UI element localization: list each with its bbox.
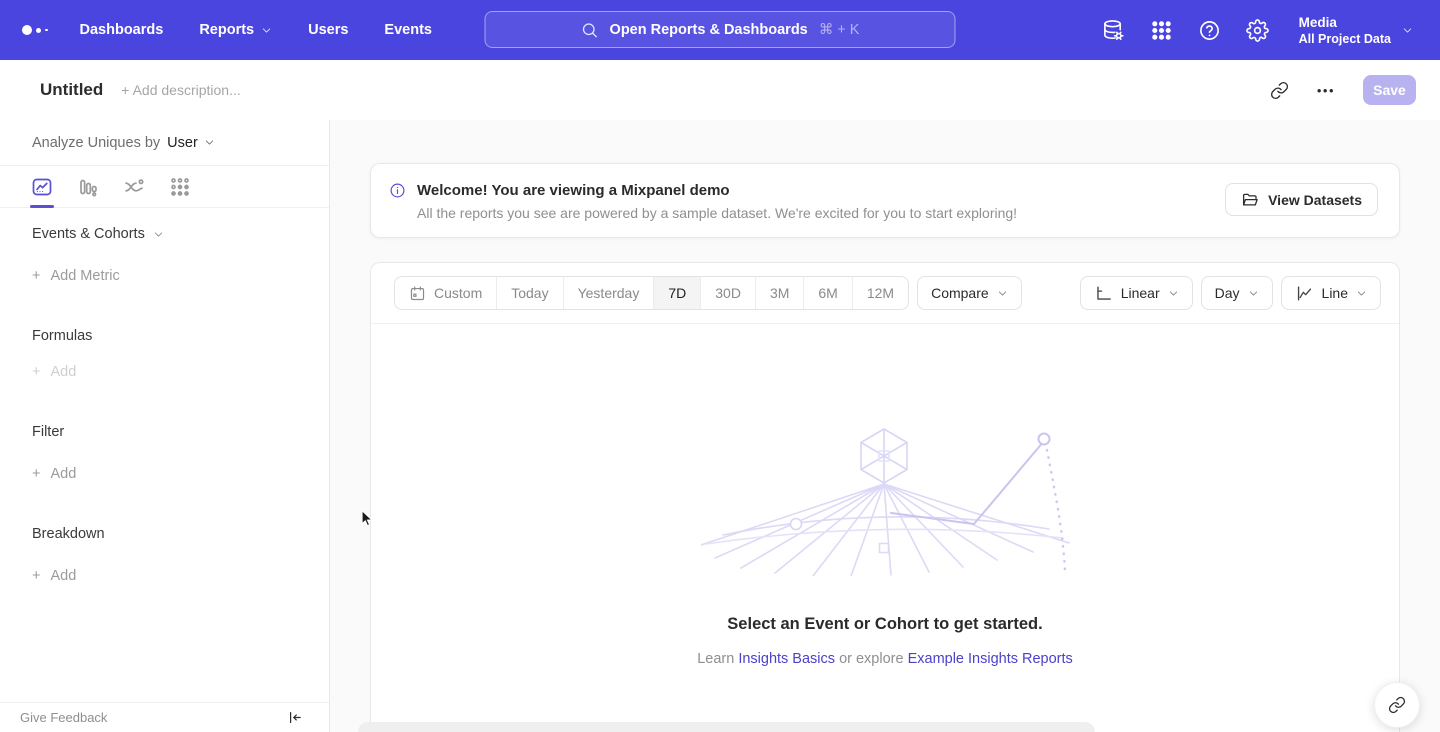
add-breakdown-button[interactable]: + Add (32, 568, 76, 584)
welcome-banner: Welcome! You are viewing a Mixpanel demo… (370, 163, 1400, 238)
example-insights-reports-link[interactable]: Example Insights Reports (908, 651, 1073, 667)
collapsed-bottom-panel-edge[interactable] (358, 722, 1095, 732)
plus-icon: + (32, 466, 40, 482)
filter-section-title: Filter (32, 424, 64, 440)
add-filter-button[interactable]: + Add (32, 466, 76, 482)
analyze-by-label: Analyze Uniques by (32, 135, 160, 151)
data-management-icon[interactable] (1102, 19, 1125, 42)
calendar-icon (409, 285, 426, 302)
nav-item-users[interactable]: Users (308, 22, 348, 38)
settings-gear-icon[interactable] (1246, 19, 1269, 42)
chevron-down-icon (153, 229, 164, 240)
mixpanel-logo[interactable] (22, 25, 48, 35)
range-6m[interactable]: 6M (803, 277, 851, 309)
plus-icon: + (32, 364, 40, 380)
search-shortcut-hint: ⌘ + K (819, 22, 860, 38)
plus-icon: + (32, 268, 40, 284)
empty-state-title: Select an Event or Cohort to get started… (371, 615, 1399, 634)
project-scope: All Project Data (1299, 31, 1391, 47)
chevron-down-icon (1402, 25, 1413, 36)
chevron-down-icon (1356, 288, 1367, 299)
view-datasets-button[interactable]: View Datasets (1225, 183, 1378, 216)
date-range-segmented-control: Custom Today Yesterday 7D 30D 3M 6M 12M (394, 276, 909, 310)
analyze-by-selector[interactable]: User (167, 135, 215, 151)
insights-chart-card: Custom Today Yesterday 7D 30D 3M 6M 12M … (370, 262, 1400, 732)
primary-nav: Dashboards Reports Users Events (80, 22, 432, 38)
chart-toolbar: Custom Today Yesterday 7D 30D 3M 6M 12M … (371, 263, 1399, 324)
nav-item-reports[interactable]: Reports (199, 22, 272, 38)
chevron-down-icon (261, 25, 272, 36)
compare-button[interactable]: Compare (917, 276, 1022, 310)
visualization-tabs (0, 166, 329, 208)
insights-basics-link[interactable]: Insights Basics (738, 651, 835, 667)
share-link-fab[interactable] (1374, 682, 1420, 728)
active-tab-underline (30, 205, 54, 208)
search-icon (581, 21, 599, 39)
add-metric-button[interactable]: + Add Metric (32, 268, 120, 284)
insights-line-chart-tab-icon[interactable] (30, 175, 54, 199)
info-icon (389, 182, 406, 199)
collapse-sidebar-icon[interactable] (286, 709, 303, 726)
nav-item-dashboards[interactable]: Dashboards (80, 22, 164, 38)
range-today[interactable]: Today (496, 277, 562, 309)
report-description-placeholder[interactable]: + Add description... (121, 82, 240, 98)
more-options-button[interactable]: ••• (1317, 83, 1335, 98)
link-icon (1388, 696, 1406, 714)
interval-dropdown[interactable]: Day (1201, 276, 1273, 310)
range-7d[interactable]: 7D (653, 277, 700, 309)
range-yesterday[interactable]: Yesterday (563, 277, 654, 309)
header-actions: ••• Save (1270, 75, 1416, 105)
chevron-down-icon (1168, 288, 1179, 299)
chevron-down-icon (1248, 288, 1259, 299)
formulas-section-title: Formulas (32, 328, 92, 344)
nav-item-events[interactable]: Events (384, 22, 432, 38)
report-main-area: Welcome! You are viewing a Mixpanel demo… (330, 120, 1440, 732)
line-chart-icon (1295, 284, 1314, 303)
report-header: Untitled + Add description... ••• Save (0, 60, 1440, 120)
global-search-bar[interactable]: Open Reports & Dashboards ⌘ + K (485, 11, 956, 48)
add-formula-button[interactable]: + Add (32, 364, 76, 380)
range-12m[interactable]: 12M (852, 277, 908, 309)
search-placeholder: Open Reports & Dashboards (610, 22, 808, 38)
analyze-by-row: Analyze Uniques by User (0, 120, 329, 166)
flow-sankey-tab-icon[interactable] (122, 175, 146, 199)
empty-state-illustration (701, 426, 1071, 576)
range-custom[interactable]: Custom (395, 277, 496, 309)
axes-icon (1094, 284, 1113, 303)
banner-body: All the reports you see are powered by a… (417, 204, 1017, 223)
project-switcher[interactable]: Media All Project Data (1299, 14, 1413, 47)
empty-state-subtitle: Learn Insights Basics or explore Example… (371, 651, 1399, 667)
copy-link-icon[interactable] (1270, 81, 1289, 100)
apps-grid-icon[interactable] (1150, 19, 1173, 42)
sidebar-footer: Give Feedback (0, 702, 329, 732)
chart-display-controls: Linear Day Line (1080, 276, 1381, 310)
breakdown-section-title: Breakdown (32, 526, 105, 542)
range-3m[interactable]: 3M (755, 277, 803, 309)
navbar-right: Media All Project Data (1102, 14, 1413, 47)
give-feedback-link[interactable]: Give Feedback (20, 710, 107, 725)
scale-dropdown[interactable]: Linear (1080, 276, 1193, 310)
chevron-down-icon (997, 288, 1008, 299)
plus-icon: + (32, 568, 40, 584)
events-cohorts-section-title[interactable]: Events & Cohorts (32, 226, 164, 242)
query-builder-sidebar: Analyze Uniques by User (0, 120, 330, 732)
banner-title: Welcome! You are viewing a Mixpanel demo (417, 181, 1017, 200)
help-icon[interactable] (1198, 19, 1221, 42)
report-title[interactable]: Untitled (40, 80, 103, 100)
top-navbar: Dashboards Reports Users Events Open Rep… (0, 0, 1440, 60)
chart-type-dropdown[interactable]: Line (1281, 276, 1381, 310)
chevron-down-icon (204, 137, 215, 148)
bar-chart-tab-icon[interactable] (76, 175, 100, 199)
save-button[interactable]: Save (1363, 75, 1416, 105)
range-30d[interactable]: 30D (700, 277, 755, 309)
folder-open-icon (1241, 191, 1259, 209)
project-name: Media (1299, 14, 1391, 31)
retention-grid-tab-icon[interactable] (168, 175, 192, 199)
